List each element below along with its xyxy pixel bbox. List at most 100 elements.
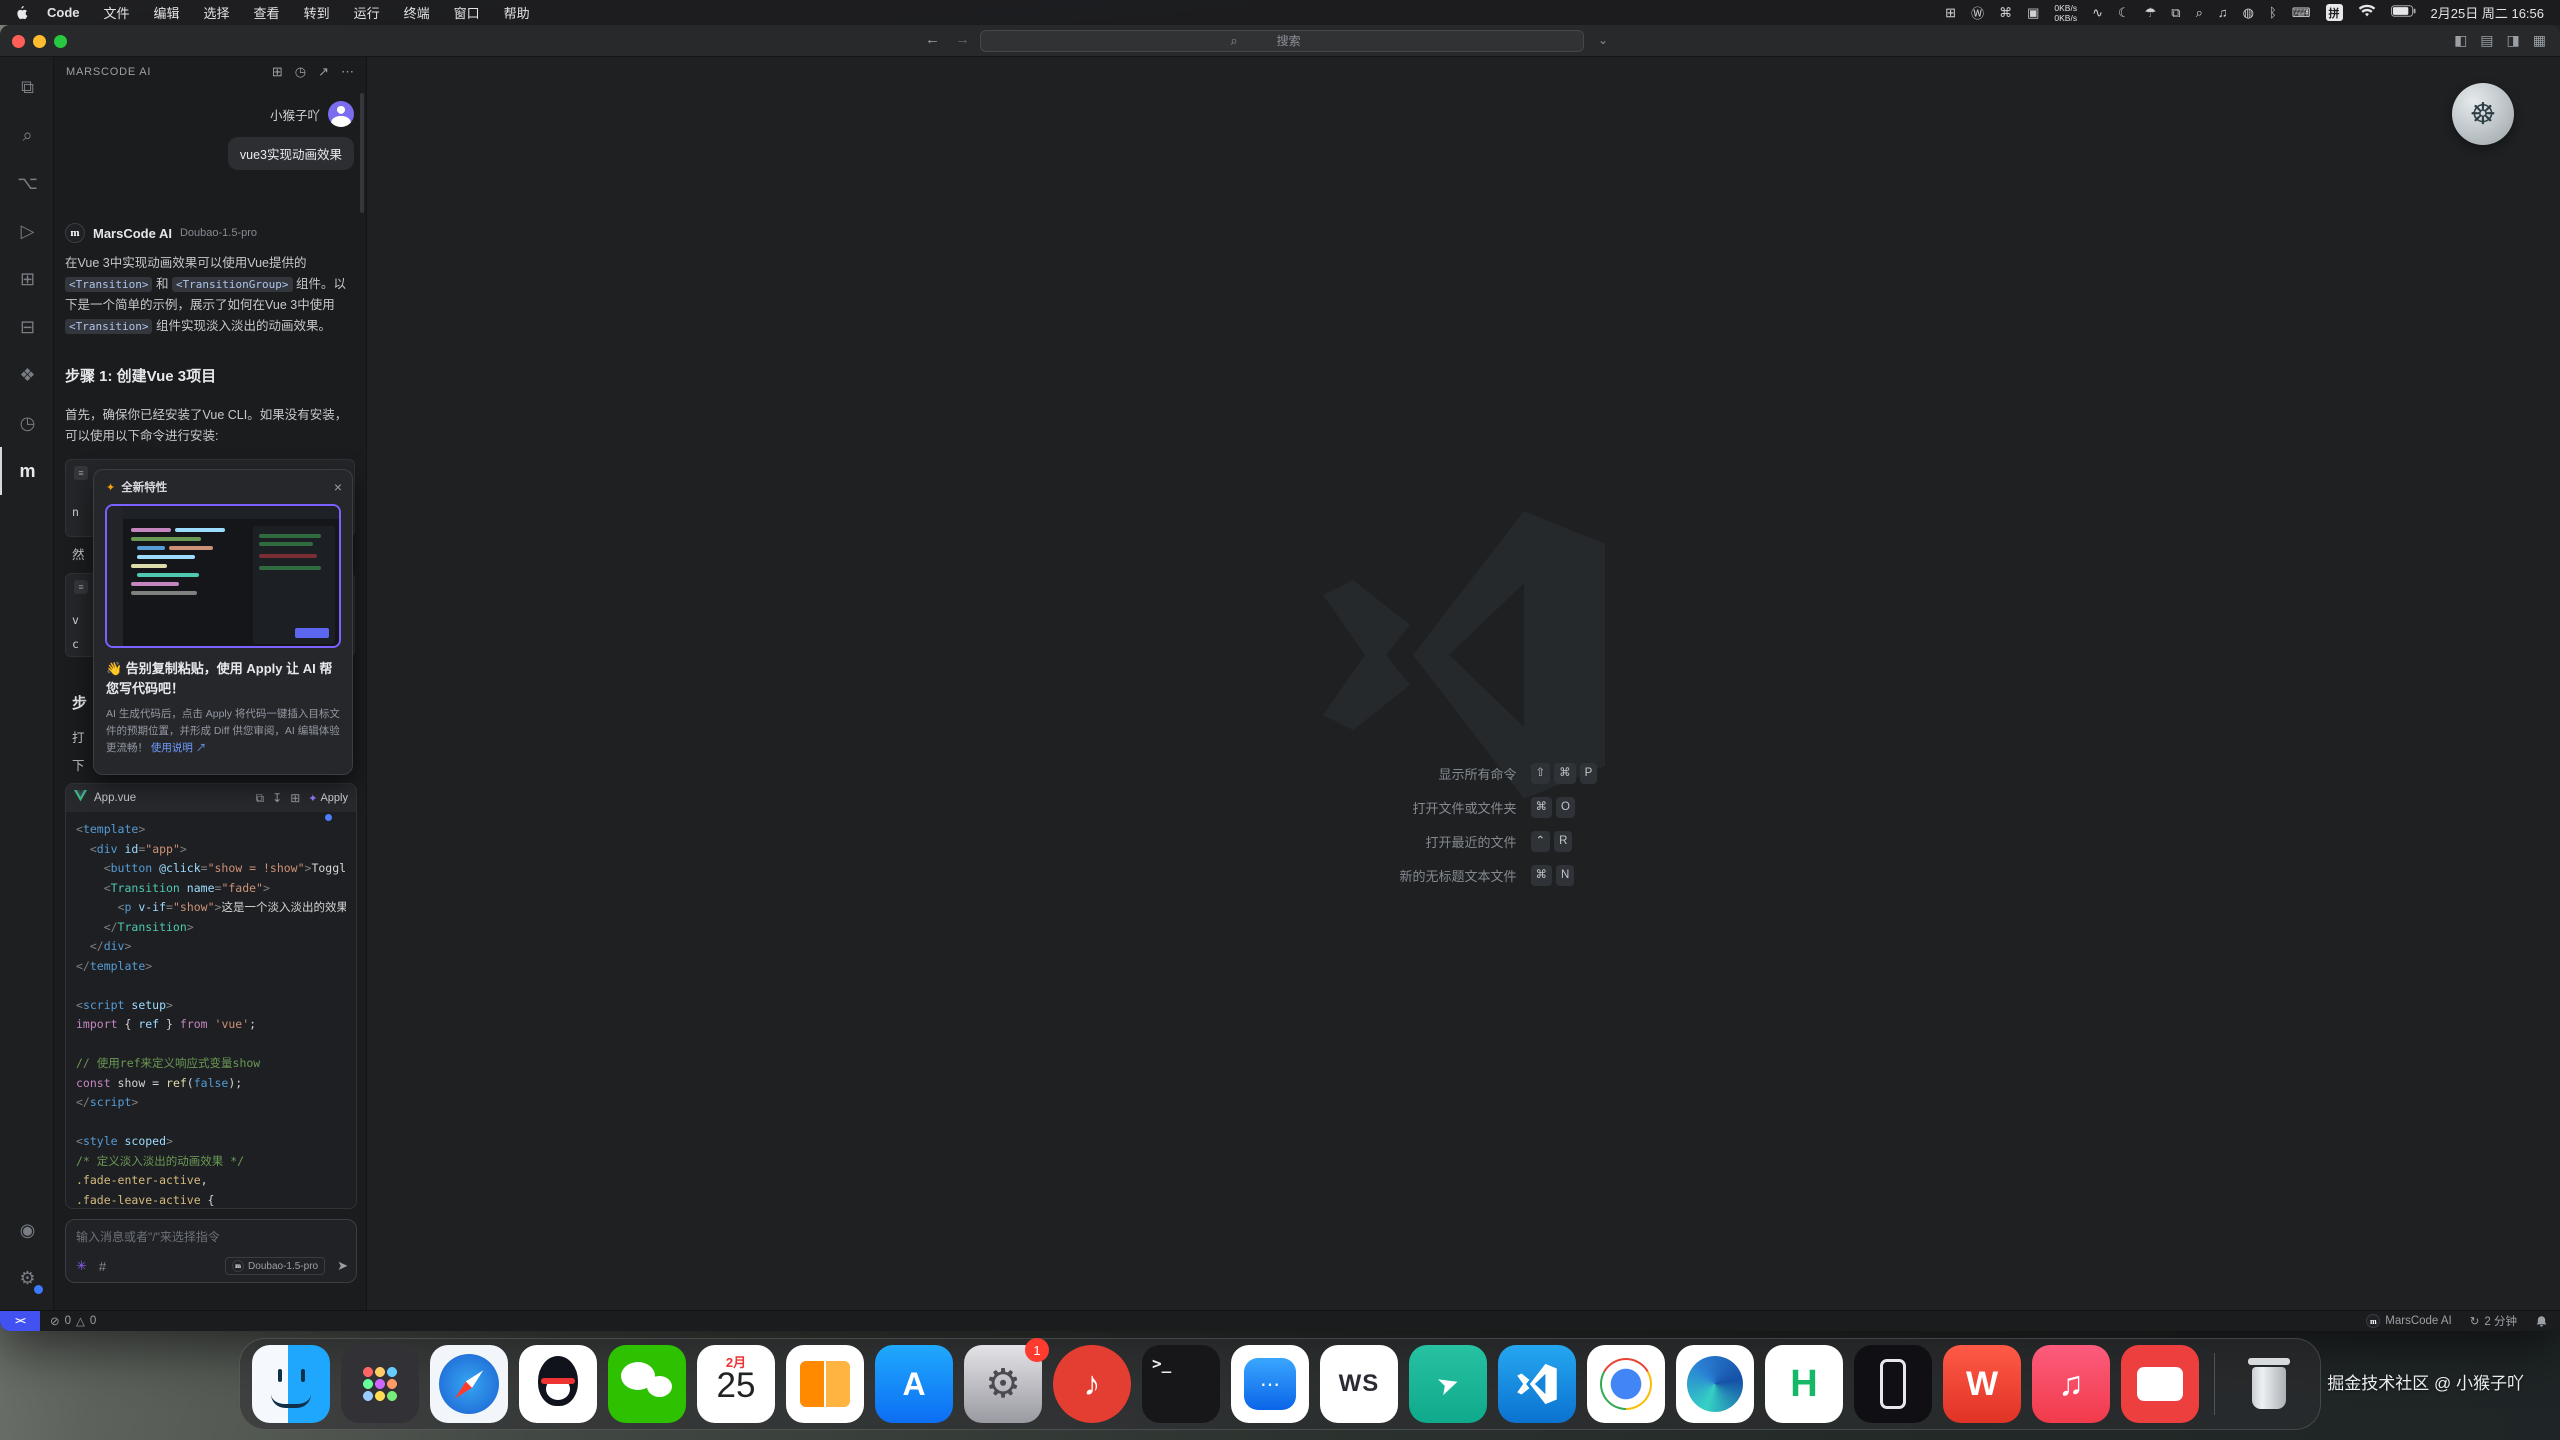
remote-indicator[interactable]: ><	[0, 1311, 40, 1331]
menu-item-选择[interactable]: 选择	[204, 3, 230, 22]
chat-scrollbar[interactable]	[360, 93, 364, 213]
dock-redapp[interactable]	[2121, 1345, 2199, 1423]
new-file-icon[interactable]: ⊞	[290, 791, 300, 805]
more-icon[interactable]: ⋯	[341, 64, 354, 80]
dock-applemusic[interactable]: ♫	[2032, 1345, 2110, 1423]
dock-safari[interactable]	[430, 1345, 508, 1423]
dock-books[interactable]	[786, 1345, 864, 1423]
menu-bar-clock[interactable]: 2月25日 周二 16:56	[2431, 3, 2544, 22]
umbrella-icon[interactable]: ☂	[2145, 5, 2157, 21]
apple-menu-icon[interactable]	[16, 5, 29, 21]
notifications-bell[interactable]	[2535, 1315, 2548, 1328]
command-search-box[interactable]: ⌕	[980, 30, 1584, 52]
copy-code-icon[interactable]: ⧉	[256, 791, 265, 806]
problems-indicator[interactable]: ⊘ 0 △ 0	[40, 1314, 96, 1328]
customize-layout-icon[interactable]: ▦	[2533, 32, 2546, 49]
activity-live-preview-icon[interactable]: ❖	[0, 351, 53, 399]
input-method-badge[interactable]: 拼	[2326, 4, 2343, 21]
dock-finder[interactable]	[252, 1345, 330, 1423]
battery-icon[interactable]	[2391, 5, 2416, 20]
dock-calendar[interactable]: 2月25	[697, 1345, 775, 1423]
toggle-panel-icon[interactable]: ▤	[2480, 32, 2493, 49]
skills-icon[interactable]: ✳	[76, 1258, 87, 1274]
dock-terminal[interactable]: >_	[1142, 1345, 1220, 1423]
activity-settings-icon[interactable]: ⚙	[0, 1254, 53, 1302]
w-app-icon[interactable]: Ⓦ	[1971, 3, 1984, 22]
new-chat-icon[interactable]: ⊞	[272, 64, 283, 80]
bluetooth-icon[interactable]: ᛒ	[2269, 5, 2277, 20]
chat-input-box[interactable]: ✳ # m Doubao-1.5-pro ➤	[65, 1219, 357, 1283]
dock-chatgreen[interactable]: ➤	[1409, 1345, 1487, 1423]
feature-preview-thumbnail[interactable]	[105, 504, 341, 648]
search-options-icon[interactable]: ⌄	[1598, 33, 1608, 47]
menu-item-转到[interactable]: 转到	[304, 3, 330, 22]
apply-button[interactable]: ✦ Apply	[308, 792, 348, 805]
keyboard-icon[interactable]: ⌨	[2292, 5, 2311, 21]
magnifier-icon[interactable]: ⌕	[2196, 5, 2203, 21]
navigate-back-icon[interactable]: ←	[925, 31, 940, 48]
dock-launchpad[interactable]	[341, 1345, 419, 1423]
activity-remote-explorer-icon[interactable]: ⊟	[0, 303, 53, 351]
network-speed[interactable]: 0KB/s 0KB/s	[2054, 3, 2077, 23]
dock-wps[interactable]: W	[1943, 1345, 2021, 1423]
dock-iphone[interactable]	[1854, 1345, 1932, 1423]
open-external-icon[interactable]: ↗	[318, 64, 329, 80]
dock-qq[interactable]	[519, 1345, 597, 1423]
dock-edge[interactable]	[1676, 1345, 1754, 1423]
dock-appstore[interactable]: A	[875, 1345, 953, 1423]
close-window-button[interactable]	[12, 35, 25, 48]
floating-widget[interactable]: ☸	[2452, 83, 2514, 145]
dock-vscode[interactable]	[1498, 1345, 1576, 1423]
usage-guide-link[interactable]: 使用说明 ↗	[151, 742, 206, 754]
window-app-icon[interactable]: ▣	[2027, 5, 2039, 21]
toggle-secondary-sidebar-icon[interactable]: ◨	[2507, 32, 2520, 49]
marscode-status-item[interactable]: m MarsCode AI	[2366, 1314, 2451, 1328]
activity-source-control-icon[interactable]: ⌥	[0, 159, 53, 207]
zoom-window-button[interactable]	[54, 35, 67, 48]
dock-chatblue[interactable]: ⋯	[1231, 1345, 1309, 1423]
moon-icon[interactable]: ☾	[2118, 5, 2130, 21]
code-content: <template> <div id="app"> <button @click…	[66, 812, 356, 1209]
dock-chrome[interactable]	[1587, 1345, 1665, 1423]
activity-explorer-icon[interactable]: ⧉	[0, 63, 53, 111]
history-icon[interactable]: ◷	[295, 64, 306, 80]
sync-status-item[interactable]: ↻ 2 分钟	[2470, 1313, 2517, 1329]
dock-settings[interactable]: ⚙1	[964, 1345, 1042, 1423]
navigate-forward-icon[interactable]: →	[955, 31, 970, 48]
screenshot-grid-icon[interactable]: ⊞	[1945, 5, 1956, 21]
display-icon[interactable]: ⧉	[2171, 5, 2180, 21]
chat-input[interactable]	[76, 1230, 346, 1244]
music-note-icon[interactable]: ♫	[2218, 5, 2228, 20]
activity-run-debug-icon[interactable]: ▷	[0, 207, 53, 255]
activity-extensions-icon[interactable]: ⊞	[0, 255, 53, 303]
activity-chart-icon[interactable]: ∿	[2092, 5, 2103, 21]
menu-item-查看[interactable]: 查看	[254, 3, 280, 22]
dock-hbuilder[interactable]: H	[1765, 1345, 1843, 1423]
menu-item-终端[interactable]: 终端	[404, 3, 430, 22]
insert-code-icon[interactable]: ↧	[272, 791, 282, 805]
menu-item-窗口[interactable]: 窗口	[454, 3, 480, 22]
close-icon[interactable]: ×	[334, 480, 342, 494]
record-circle-icon[interactable]: ◍	[2243, 5, 2254, 21]
dock-netease[interactable]: ♪	[1053, 1345, 1131, 1423]
wifi-icon[interactable]	[2358, 4, 2376, 21]
send-icon[interactable]: ➤	[337, 1258, 348, 1274]
menu-app-name[interactable]: Code	[47, 5, 80, 20]
context-hash-icon[interactable]: #	[99, 1259, 106, 1274]
model-selector[interactable]: m Doubao-1.5-pro	[225, 1257, 325, 1275]
menu-item-运行[interactable]: 运行	[354, 3, 380, 22]
dock-wechat[interactable]	[608, 1345, 686, 1423]
search-input[interactable]	[1244, 34, 1334, 48]
menu-item-文件[interactable]: 文件	[104, 3, 130, 22]
activity-search-icon[interactable]: ⌕	[0, 111, 53, 159]
menu-item-编辑[interactable]: 编辑	[154, 3, 180, 22]
menu-item-帮助[interactable]: 帮助	[504, 3, 530, 22]
activity-accounts-icon[interactable]: ◉	[0, 1206, 53, 1254]
activity-timeline-icon[interactable]: ◷	[0, 399, 53, 447]
minimize-window-button[interactable]	[33, 35, 46, 48]
toggle-primary-sidebar-icon[interactable]: ◧	[2454, 32, 2467, 49]
activity-marscode-icon[interactable]: m	[0, 447, 53, 495]
dock-wpsws[interactable]: WS	[1320, 1345, 1398, 1423]
dock-trash[interactable]	[2230, 1345, 2308, 1423]
command-center-icon[interactable]: ⌘	[1999, 5, 2012, 21]
